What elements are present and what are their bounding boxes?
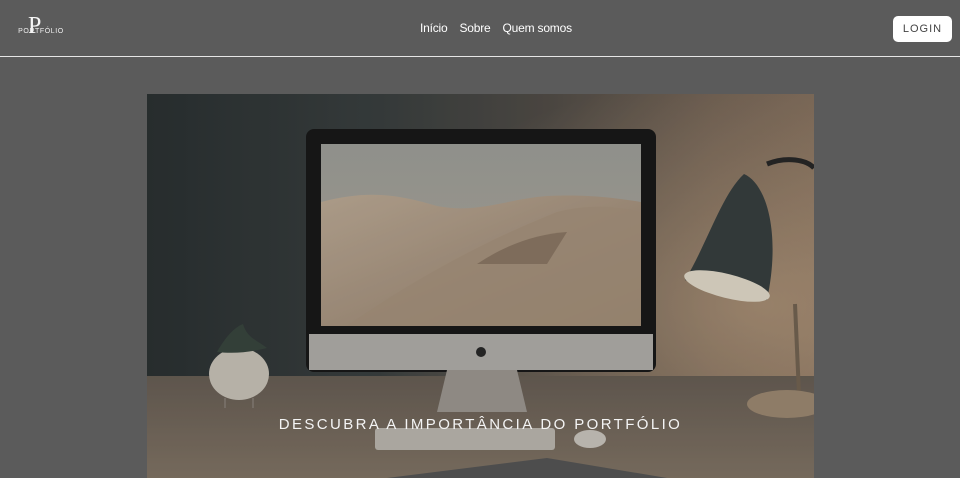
page: P PORTFÓLIO Início Sobre Quem somos LOGI… xyxy=(0,0,960,478)
nav-link-sobre[interactable]: Sobre xyxy=(459,21,490,35)
site-logo[interactable]: P PORTFÓLIO xyxy=(18,12,64,44)
hero-caption: DESCUBRA A IMPORTÂNCIA DO PORTFÓLIO xyxy=(278,416,683,433)
nav-link-inicio[interactable]: Início xyxy=(420,21,448,35)
nav-link-quem-somos[interactable]: Quem somos xyxy=(503,21,573,35)
hero-banner: DESCUBRA A IMPORTÂNCIA DO PORTFÓLIO xyxy=(147,94,814,478)
site-header: P PORTFÓLIO Início Sobre Quem somos LOGI… xyxy=(0,0,960,57)
main-nav: Início Sobre Quem somos xyxy=(420,21,572,35)
login-button[interactable]: LOGIN xyxy=(893,16,952,42)
logo-text: PORTFÓLIO xyxy=(18,28,64,35)
